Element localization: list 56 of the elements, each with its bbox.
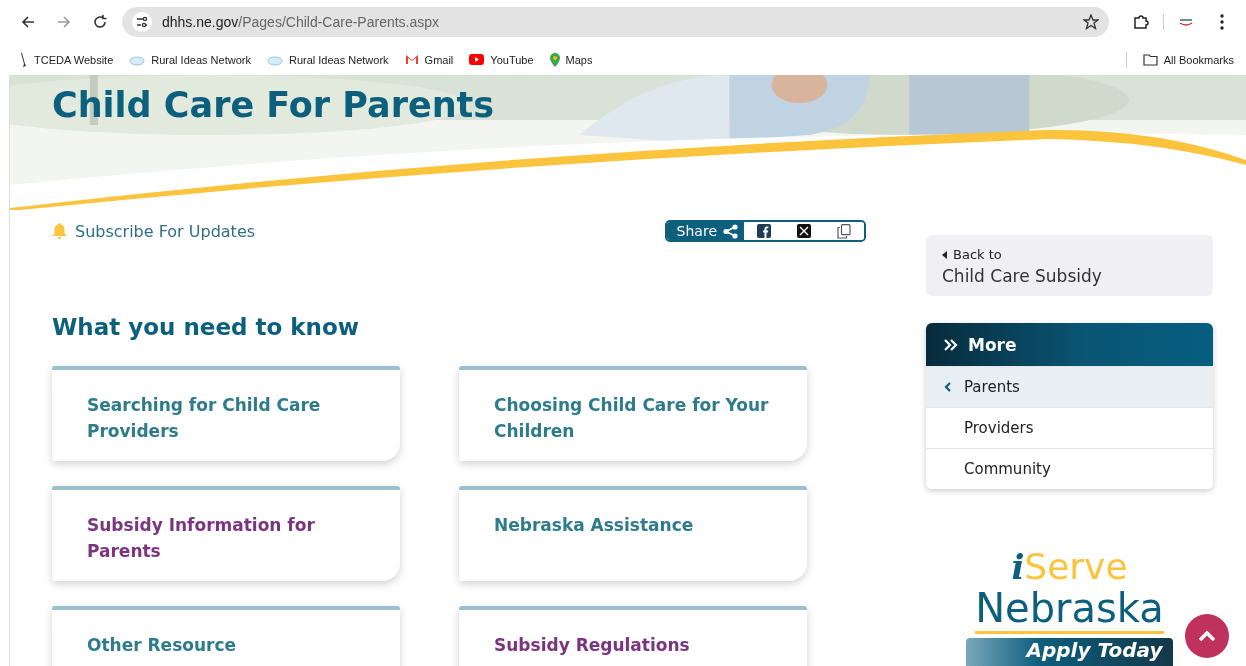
arrow-right-icon bbox=[57, 15, 71, 29]
puzzle-icon bbox=[1133, 14, 1149, 30]
topic-card[interactable]: Nebraska Assistance bbox=[459, 486, 807, 581]
copy-icon bbox=[837, 223, 851, 239]
reload-icon bbox=[93, 15, 107, 29]
back-target: Child Care Subsidy bbox=[942, 266, 1103, 286]
topic-card[interactable]: Subsidy Regulations bbox=[459, 606, 807, 666]
mail-icon bbox=[404, 54, 419, 65]
topic-card[interactable]: Subsidy Information for Parents bbox=[52, 486, 400, 581]
bookmark-link[interactable]: Rural Ideas Network bbox=[266, 53, 389, 66]
arrow-left-icon bbox=[21, 15, 35, 29]
more-title: More bbox=[968, 334, 1017, 355]
apply-logo[interactable]: iServe Nebraska Apply Today bbox=[966, 547, 1173, 666]
facebook-icon bbox=[757, 224, 771, 238]
site-settings-icon[interactable] bbox=[132, 12, 152, 32]
url-text: dhhs.ne.gov/Pages/Child-Care-Parents.aspx bbox=[162, 14, 441, 30]
scroll-top-button[interactable] bbox=[1185, 614, 1229, 658]
bookmark-link[interactable]: Maps bbox=[549, 52, 593, 67]
logo-word: Serve bbox=[1024, 548, 1128, 586]
all-bookmarks-link[interactable]: All Bookmarks bbox=[1142, 53, 1234, 66]
chevron-up-icon bbox=[1198, 630, 1216, 642]
bell-icon bbox=[52, 223, 67, 239]
share-icon bbox=[723, 223, 738, 239]
bookmark-link[interactable]: Gmail bbox=[404, 53, 454, 66]
double-chevron-icon bbox=[944, 338, 958, 351]
profile-icon bbox=[1178, 17, 1194, 27]
bookmark-link[interactable]: Rural Ideas Network bbox=[129, 53, 251, 66]
share-label: Share bbox=[666, 222, 744, 240]
bookmark-link[interactable]: TCEDA Website bbox=[20, 52, 114, 67]
star-icon[interactable] bbox=[1083, 14, 1099, 30]
section-heading: What you need to know bbox=[52, 314, 360, 340]
topic-card[interactable]: Choosing Child Care for Your Children bbox=[459, 366, 807, 461]
back-link[interactable]: Back to Child Care Subsidy bbox=[926, 235, 1213, 296]
topic-card[interactable]: Searching for Child Care Providers bbox=[52, 366, 400, 461]
x-icon bbox=[797, 224, 811, 238]
folder-icon bbox=[1142, 53, 1158, 66]
caret-left-icon bbox=[942, 250, 947, 259]
menu-icon bbox=[1220, 14, 1224, 30]
back-label: Back to bbox=[942, 247, 1197, 262]
nav-item[interactable]: Parents bbox=[926, 366, 1213, 407]
map-pin-icon bbox=[549, 52, 560, 67]
nav-item[interactable]: Providers bbox=[926, 407, 1213, 448]
topic-card[interactable]: Other Resource bbox=[52, 606, 400, 666]
cloud-icon bbox=[129, 53, 146, 66]
cloud-icon bbox=[266, 53, 283, 66]
bookmark-link[interactable]: YouTube bbox=[469, 53, 534, 66]
pen-icon bbox=[20, 52, 28, 67]
play-icon bbox=[469, 54, 485, 65]
chevron-left-icon bbox=[944, 382, 952, 392]
logo-name: Nebraska bbox=[975, 587, 1164, 634]
page-title: Child Care For Parents bbox=[51, 84, 495, 125]
apply-banner: Apply Today bbox=[966, 638, 1173, 666]
address-bar[interactable]: dhhs.ne.gov/Pages/Child-Care-Parents.aspx bbox=[122, 7, 1109, 37]
subscribe-link[interactable]: Subscribe For Updates bbox=[52, 221, 256, 241]
logo-letter: i bbox=[1011, 547, 1025, 587]
nav-item[interactable]: Community bbox=[926, 448, 1213, 489]
